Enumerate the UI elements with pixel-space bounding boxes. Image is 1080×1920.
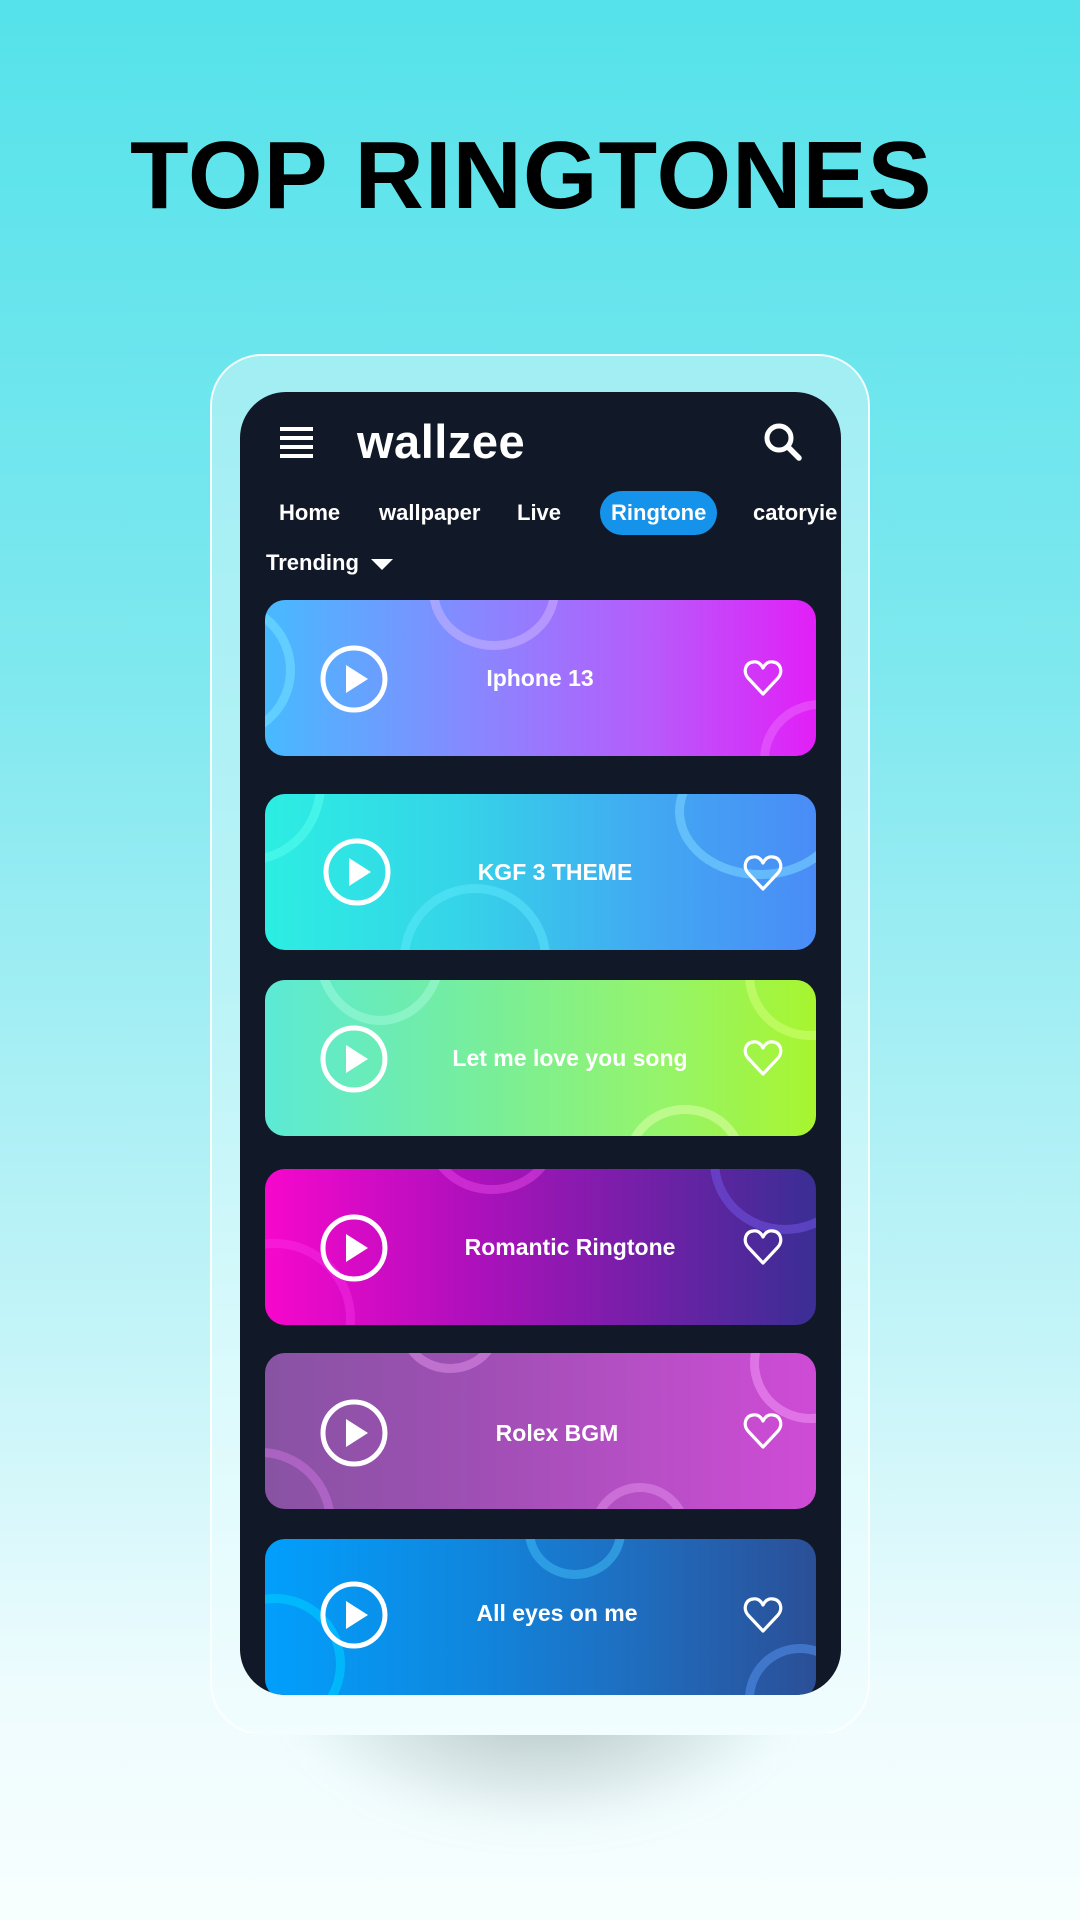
trending-dropdown[interactable]: Trending xyxy=(266,546,393,580)
play-circle-icon[interactable] xyxy=(320,1025,388,1093)
decorative-ring xyxy=(745,980,816,1040)
app-logo: wallzee xyxy=(357,415,526,468)
heart-outline-icon[interactable] xyxy=(743,1228,783,1266)
ringtone-title: Romantic Ringtone xyxy=(464,1234,676,1260)
decorative-ring xyxy=(265,600,295,740)
page-headline: TOP RINGTONES xyxy=(130,122,933,229)
play-circle-icon[interactable] xyxy=(323,838,391,906)
search-icon[interactable] xyxy=(762,421,804,463)
play-circle-icon[interactable] xyxy=(320,1581,388,1649)
tab-categories[interactable]: catoryie xyxy=(753,491,837,535)
ringtone-card[interactable]: KGF 3 THEME xyxy=(265,794,816,950)
heart-outline-icon[interactable] xyxy=(743,1596,783,1634)
ringtone-card[interactable]: Rolex BGM xyxy=(265,1353,816,1509)
heart-outline-icon[interactable] xyxy=(743,854,783,892)
tab-wallpaper[interactable]: wallpaper xyxy=(379,491,480,535)
tab-live[interactable]: Live xyxy=(517,491,561,535)
heart-outline-icon[interactable] xyxy=(743,659,783,697)
hamburger-menu-icon[interactable] xyxy=(280,427,313,460)
play-circle-icon[interactable] xyxy=(320,1399,388,1467)
ringtone-card[interactable]: Iphone 13 xyxy=(265,600,816,756)
tab-home[interactable]: Home xyxy=(279,491,340,535)
ringtone-title: Let me love you song xyxy=(452,1045,688,1071)
trending-label: Trending xyxy=(266,550,359,575)
app-screen: wallzee Home wallpaper Live Ringtone cat… xyxy=(240,392,841,1695)
ringtone-card[interactable]: Let me love you song xyxy=(265,980,816,1136)
caret-down-icon xyxy=(370,558,393,570)
decorative-ring xyxy=(760,700,816,756)
ringtone-title: All eyes on me xyxy=(476,1600,638,1626)
ringtone-title: KGF 3 THEME xyxy=(477,859,633,885)
heart-outline-icon[interactable] xyxy=(743,1039,783,1077)
ringtone-title: Rolex BGM xyxy=(495,1420,619,1446)
decorative-ring xyxy=(745,1644,816,1695)
ringtone-title: Iphone 13 xyxy=(486,665,594,691)
decorative-ring xyxy=(265,794,325,864)
nav-tabs: Home wallpaper Live Ringtone catoryie xyxy=(240,491,841,537)
heart-outline-icon[interactable] xyxy=(743,1412,783,1450)
ringtone-card[interactable]: Romantic Ringtone xyxy=(265,1169,816,1325)
ringtone-card[interactable]: All eyes on me xyxy=(265,1539,816,1695)
play-circle-icon[interactable] xyxy=(320,1214,388,1282)
tab-ringtone[interactable]: Ringtone xyxy=(600,491,718,535)
